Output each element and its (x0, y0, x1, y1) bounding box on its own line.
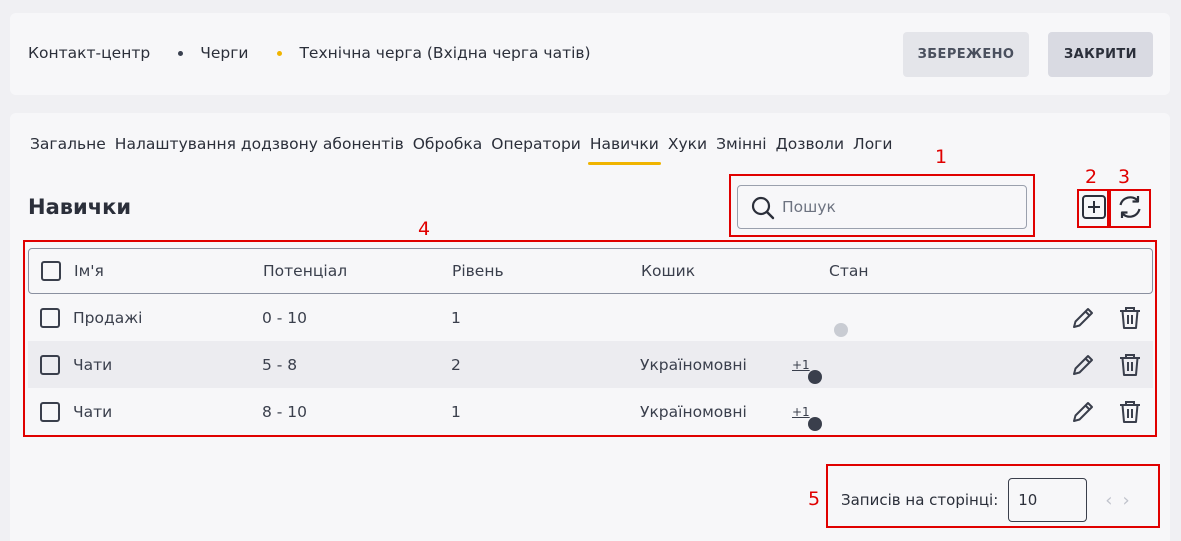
annotation-box-add (1077, 189, 1109, 228)
breadcrumb: Контакт-центр Черги Технічна черга (Вхід… (28, 44, 591, 62)
annotation-label-2: 2 (1085, 166, 1098, 188)
annotation-label-3: 3 (1118, 166, 1131, 188)
breadcrumb-item-queues[interactable]: Черги (200, 44, 248, 62)
breadcrumb-separator (178, 50, 184, 56)
annotation-label-1: 1 (935, 146, 948, 168)
saved-button[interactable]: ЗБЕРЕЖЕНО (903, 32, 1029, 77)
top-bar: Контакт-центр Черги Технічна черга (Вхід… (10, 13, 1170, 95)
tab-processing[interactable]: Обробка (413, 135, 483, 165)
breadcrumb-item-current: Технічна черга (Вхідна черга чатів) (299, 44, 591, 62)
close-button[interactable]: ЗАКРИТИ (1048, 32, 1153, 77)
annotation-box-refresh (1109, 189, 1151, 228)
tab-permissions[interactable]: Дозволи (776, 135, 844, 165)
annotation-box-pagination (826, 464, 1160, 528)
tab-general[interactable]: Загальне (30, 135, 106, 165)
breadcrumb-item-contact-center[interactable]: Контакт-центр (28, 44, 150, 62)
tab-logs[interactable]: Логи (853, 135, 892, 165)
tab-skills[interactable]: Навички (587, 135, 661, 165)
tab-operators[interactable]: Оператори (491, 135, 581, 165)
annotation-label-4: 4 (418, 218, 431, 240)
section-title: Навички (28, 195, 132, 219)
annotation-label-5: 5 (808, 488, 821, 510)
annotation-box-search (729, 174, 1035, 237)
tab-bar: Загальне Налаштування додзвону абонентів… (30, 135, 901, 165)
tab-variables[interactable]: Змінні (716, 135, 767, 165)
annotation-box-table (23, 240, 1157, 437)
tab-hooks[interactable]: Хуки (668, 135, 707, 165)
tab-dial-settings[interactable]: Налаштування додзвону абонентів (115, 135, 404, 165)
breadcrumb-separator-active (277, 50, 283, 56)
